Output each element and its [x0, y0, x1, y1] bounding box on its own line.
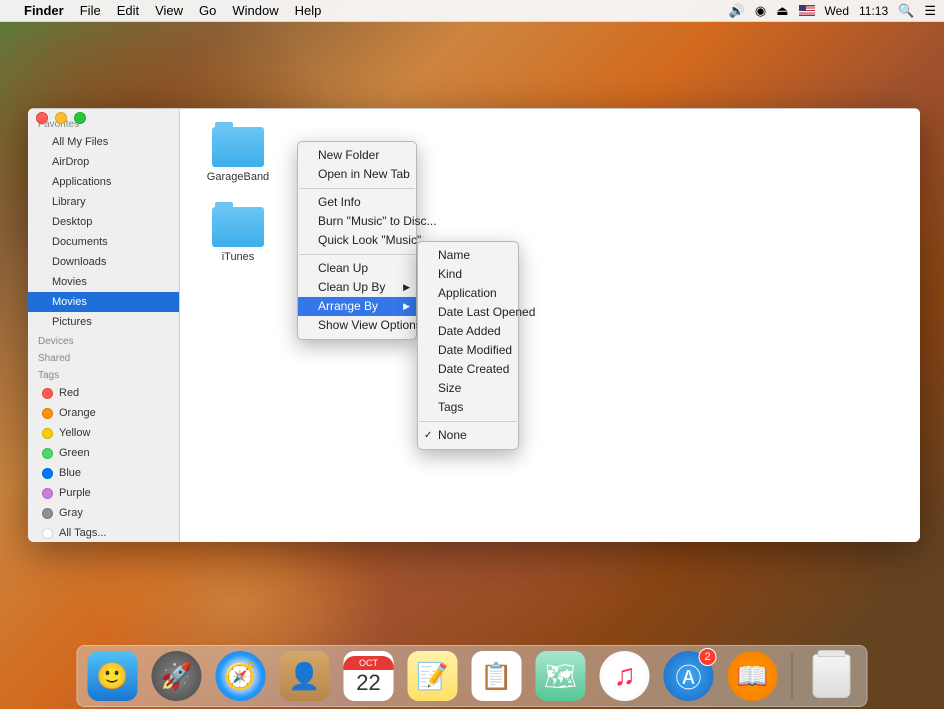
sidebar-item-all-my-files[interactable]: All My Files [28, 132, 179, 152]
tag-dot-icon [42, 448, 53, 459]
submenu-item-kind[interactable]: Kind [418, 265, 518, 284]
submenu-item-size[interactable]: Size [418, 379, 518, 398]
sidebar-item-airdrop[interactable]: AirDrop [28, 152, 179, 172]
tag-dot-icon [42, 388, 53, 399]
menubar-view[interactable]: View [155, 3, 183, 18]
ctx-item-show-view-options[interactable]: Show View Options [298, 316, 416, 335]
dock-calendar[interactable]: OCT 22 [344, 651, 394, 701]
dock-notes[interactable]: 📝 [408, 651, 458, 701]
submenu-item-name[interactable]: Name [418, 246, 518, 265]
sidebar-tag-green[interactable]: Green [28, 443, 179, 463]
folder-garageband[interactable]: GarageBand [198, 127, 278, 183]
submenu-arrow-icon: ▶ [403, 299, 410, 314]
menu-separator [419, 421, 517, 422]
sidebar-item-library[interactable]: Library [28, 192, 179, 212]
devices-header: Devices [28, 332, 179, 349]
menubar-help[interactable]: Help [295, 3, 322, 18]
folder-icon [212, 207, 264, 247]
dock-itunes[interactable]: ♫ [600, 651, 650, 701]
ctx-item-get-info[interactable]: Get Info [298, 193, 416, 212]
volume-icon[interactable]: 🔊 [729, 3, 745, 19]
submenu-item-tags[interactable]: Tags [418, 398, 518, 417]
notification-center-icon[interactable]: ☰ [924, 3, 936, 19]
submenu-item-none[interactable]: ✓ None [418, 426, 518, 445]
menubar-app-name[interactable]: Finder [24, 3, 64, 18]
tag-dot-icon [42, 428, 53, 439]
trash-icon [813, 654, 851, 698]
sidebar-item-desktop[interactable]: Desktop [28, 212, 179, 232]
dock-separator [792, 653, 793, 699]
tag-dot-icon [42, 508, 53, 519]
eject-icon[interactable]: ⏏ [776, 3, 788, 19]
checkmark-icon: ✓ [424, 428, 432, 443]
sidebar-item-applications[interactable]: Applications [28, 172, 179, 192]
menubar-day[interactable]: Wed [825, 4, 849, 18]
ctx-item-new-folder[interactable]: New Folder [298, 146, 416, 165]
shared-header: Shared [28, 349, 179, 366]
menubar-window[interactable]: Window [232, 3, 278, 18]
sidebar-tag-yellow[interactable]: Yellow [28, 423, 179, 443]
menu-separator [299, 188, 415, 189]
menubar-edit[interactable]: Edit [117, 3, 139, 18]
sidebar-tag-blue[interactable]: Blue [28, 463, 179, 483]
ctx-item-clean-up[interactable]: Clean Up [298, 259, 416, 278]
dock-safari[interactable]: 🧭 [216, 651, 266, 701]
input-source-flag-icon[interactable] [799, 5, 815, 16]
submenu-arrow-icon: ▶ [403, 280, 410, 295]
submenu-item-date-last-opened[interactable]: Date Last Opened [418, 303, 518, 322]
sidebar-tag-red[interactable]: Red [28, 383, 179, 403]
action-context-menu: New FolderOpen in New Tab Get InfoBurn "M… [297, 141, 417, 340]
sidebar-item-pictures[interactable]: Pictures [28, 312, 179, 332]
menubar-time[interactable]: 11:13 [859, 4, 888, 18]
ctx-item-clean-up-by[interactable]: Clean Up By▶ [298, 278, 416, 297]
finder-sidebar: Favorites All My Files AirDrop Applicati… [28, 109, 180, 542]
submenu-item-date-created[interactable]: Date Created [418, 360, 518, 379]
ctx-item-open-in-new-tab[interactable]: Open in New Tab [298, 165, 416, 184]
dock: 🙂 🚀 🧭 👤 OCT 22 📝 📋 🗺 ♫ Ⓐ2 📖 [77, 645, 868, 707]
dock-maps[interactable]: 🗺 [536, 651, 586, 701]
dock-finder[interactable]: 🙂 [88, 651, 138, 701]
sidebar-item-movies[interactable]: Movies [28, 272, 179, 292]
menu-separator [299, 254, 415, 255]
system-menubar: Finder File Edit View Go Window Help 🔊 ◉… [0, 0, 944, 22]
sidebar-item-documents[interactable]: Documents [28, 232, 179, 252]
tag-dot-icon [42, 468, 53, 479]
arrange-by-submenu: NameKindApplicationDate Last OpenedDate … [417, 241, 519, 450]
menubar-go[interactable]: Go [199, 3, 216, 18]
folder-itunes[interactable]: iTunes [198, 207, 278, 263]
folder-icon [212, 127, 264, 167]
sidebar-item-downloads[interactable]: Downloads [28, 252, 179, 272]
sidebar-item-movies-selected[interactable]: Movies [28, 292, 179, 312]
sidebar-tag-orange[interactable]: Orange [28, 403, 179, 423]
sidebar-all-tags[interactable]: All Tags... [28, 523, 179, 542]
finder-content-area[interactable]: GarageBand iTunes [180, 109, 920, 542]
ctx-item-arrange-by[interactable]: Arrange By▶ [298, 297, 416, 316]
submenu-item-application[interactable]: Application [418, 284, 518, 303]
dock-appstore[interactable]: Ⓐ2 [664, 651, 714, 701]
all-tags-icon [42, 528, 53, 539]
submenu-item-date-modified[interactable]: Date Modified [418, 341, 518, 360]
sidebar-tag-purple[interactable]: Purple [28, 483, 179, 503]
tag-dot-icon [42, 408, 53, 419]
submenu-item-date-added[interactable]: Date Added [418, 322, 518, 341]
menubar-file[interactable]: File [80, 3, 101, 18]
ctx-item-burn-music-to-disc-[interactable]: Burn "Music" to Disc... [298, 212, 416, 231]
sidebar-tag-gray[interactable]: Gray [28, 503, 179, 523]
dock-trash[interactable] [807, 651, 857, 701]
dock-ibooks[interactable]: 📖 [728, 651, 778, 701]
spotlight-icon[interactable]: 🔍 [898, 3, 914, 19]
dock-launchpad[interactable]: 🚀 [152, 651, 202, 701]
dock-contacts[interactable]: 👤 [280, 651, 330, 701]
ctx-item-quick-look-music-[interactable]: Quick Look "Music" [298, 231, 416, 250]
tags-header: Tags [28, 366, 179, 383]
appstore-badge: 2 [699, 648, 717, 666]
dock-reminders[interactable]: 📋 [472, 651, 522, 701]
wifi-icon[interactable]: ◉ [755, 3, 766, 19]
tag-dot-icon [42, 488, 53, 499]
